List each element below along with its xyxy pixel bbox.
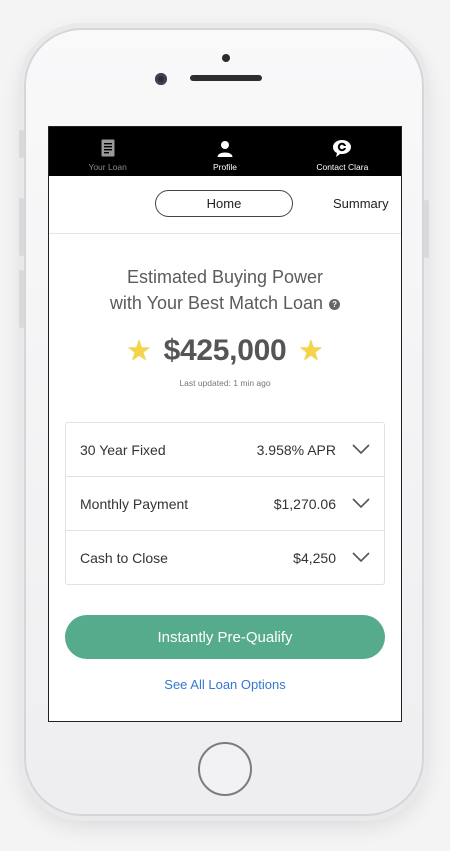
volume-down-button <box>19 270 24 328</box>
tab-summary[interactable]: Summary <box>333 196 389 211</box>
last-updated-text: Last updated: 1 min ago <box>179 378 271 388</box>
nav-your-loan[interactable]: Your Loan <box>49 127 166 176</box>
nav-label: Profile <box>212 162 238 172</box>
star-icon: ★ <box>126 335 152 366</box>
volume-up-button <box>19 198 24 256</box>
nav-label: Contact Clara <box>316 162 369 172</box>
home-button[interactable] <box>198 742 252 796</box>
chevron-down-icon[interactable] <box>352 552 370 564</box>
loan-row-cash-to-close[interactable]: Cash to Close $4,250 <box>66 531 384 584</box>
loan-row-label: Cash to Close <box>80 549 168 566</box>
tab-home[interactable]: Home <box>155 190 293 217</box>
front-camera <box>155 73 167 85</box>
loan-row-monthly-payment[interactable]: Monthly Payment $1,270.06 <box>66 477 384 531</box>
chevron-down-icon[interactable] <box>352 498 370 510</box>
earpiece-speaker <box>190 75 262 81</box>
loan-row-label: Monthly Payment <box>80 495 189 512</box>
help-icon[interactable]: ? <box>329 298 341 310</box>
prequalify-button[interactable]: Instantly Pre-Qualify <box>65 615 385 659</box>
loan-row-label: 30 Year Fixed <box>80 441 166 458</box>
loan-row-value: $4,250 <box>293 549 336 566</box>
heading-line-1: Estimated Buying Power <box>126 267 324 287</box>
star-icon: ★ <box>298 335 324 366</box>
power-button <box>424 200 429 258</box>
chat-bubble-icon <box>332 137 352 159</box>
app-screen: Your Loan Profile Contact Clara Home Sum… <box>48 126 402 722</box>
top-navigation: Your Loan Profile Contact Clara <box>49 127 401 176</box>
loan-row-value: $1,270.06 <box>273 495 336 512</box>
buying-power-amount-row: ★ $425,000 ★ <box>49 334 401 368</box>
nav-label: Your Loan <box>88 162 127 172</box>
tab-bar: Home Summary <box>49 176 401 234</box>
proximity-sensor <box>222 54 230 62</box>
heading-line-2-text: with Your Best Match Loan <box>109 293 324 313</box>
chevron-down-icon[interactable] <box>352 444 370 456</box>
person-icon <box>217 137 233 159</box>
document-icon <box>101 137 115 159</box>
buying-power-heading: Estimated Buying Power with Your Best Ma… <box>49 264 401 316</box>
buying-power-amount: $425,000 <box>163 334 287 367</box>
nav-profile[interactable]: Profile <box>166 127 283 176</box>
heading-line-2: with Your Best Match Loan? <box>49 290 401 316</box>
nav-contact-clara[interactable]: Contact Clara <box>284 127 401 176</box>
see-all-loan-options-link[interactable]: See All Loan Options <box>49 677 401 692</box>
loan-details-card: 30 Year Fixed 3.958% APR Monthly Payment… <box>65 422 385 585</box>
loan-row-rate[interactable]: 30 Year Fixed 3.958% APR <box>66 423 384 477</box>
loan-row-value: 3.958% APR <box>256 441 336 458</box>
mute-switch <box>19 130 24 158</box>
